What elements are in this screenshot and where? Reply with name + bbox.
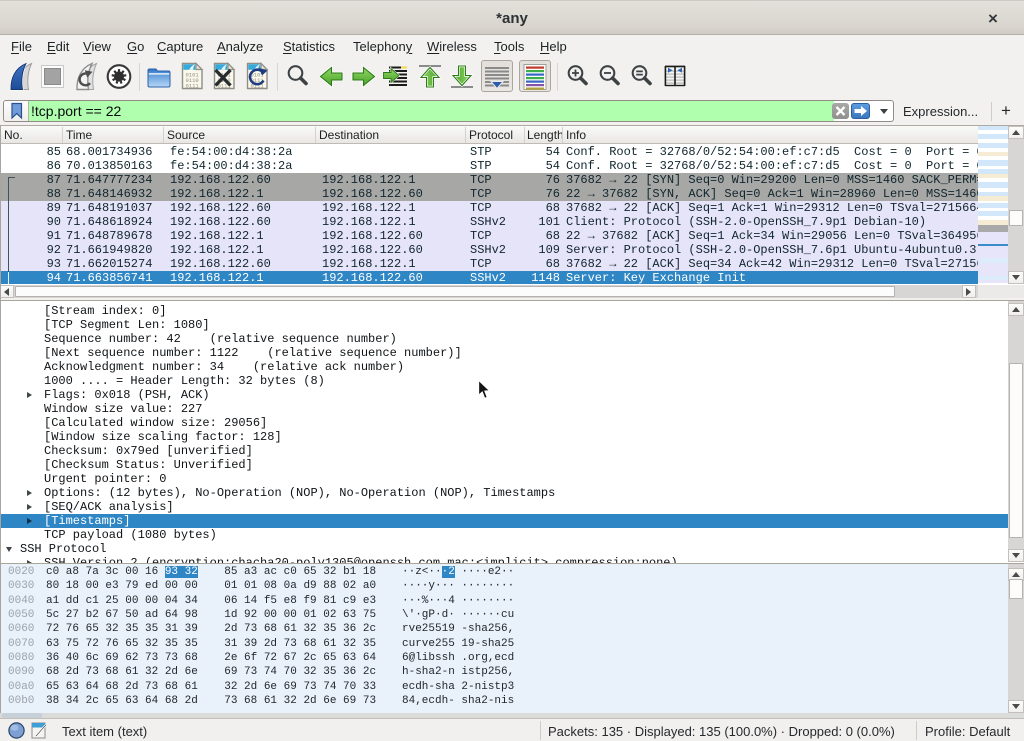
svg-text:0111: 0111 xyxy=(186,83,200,90)
